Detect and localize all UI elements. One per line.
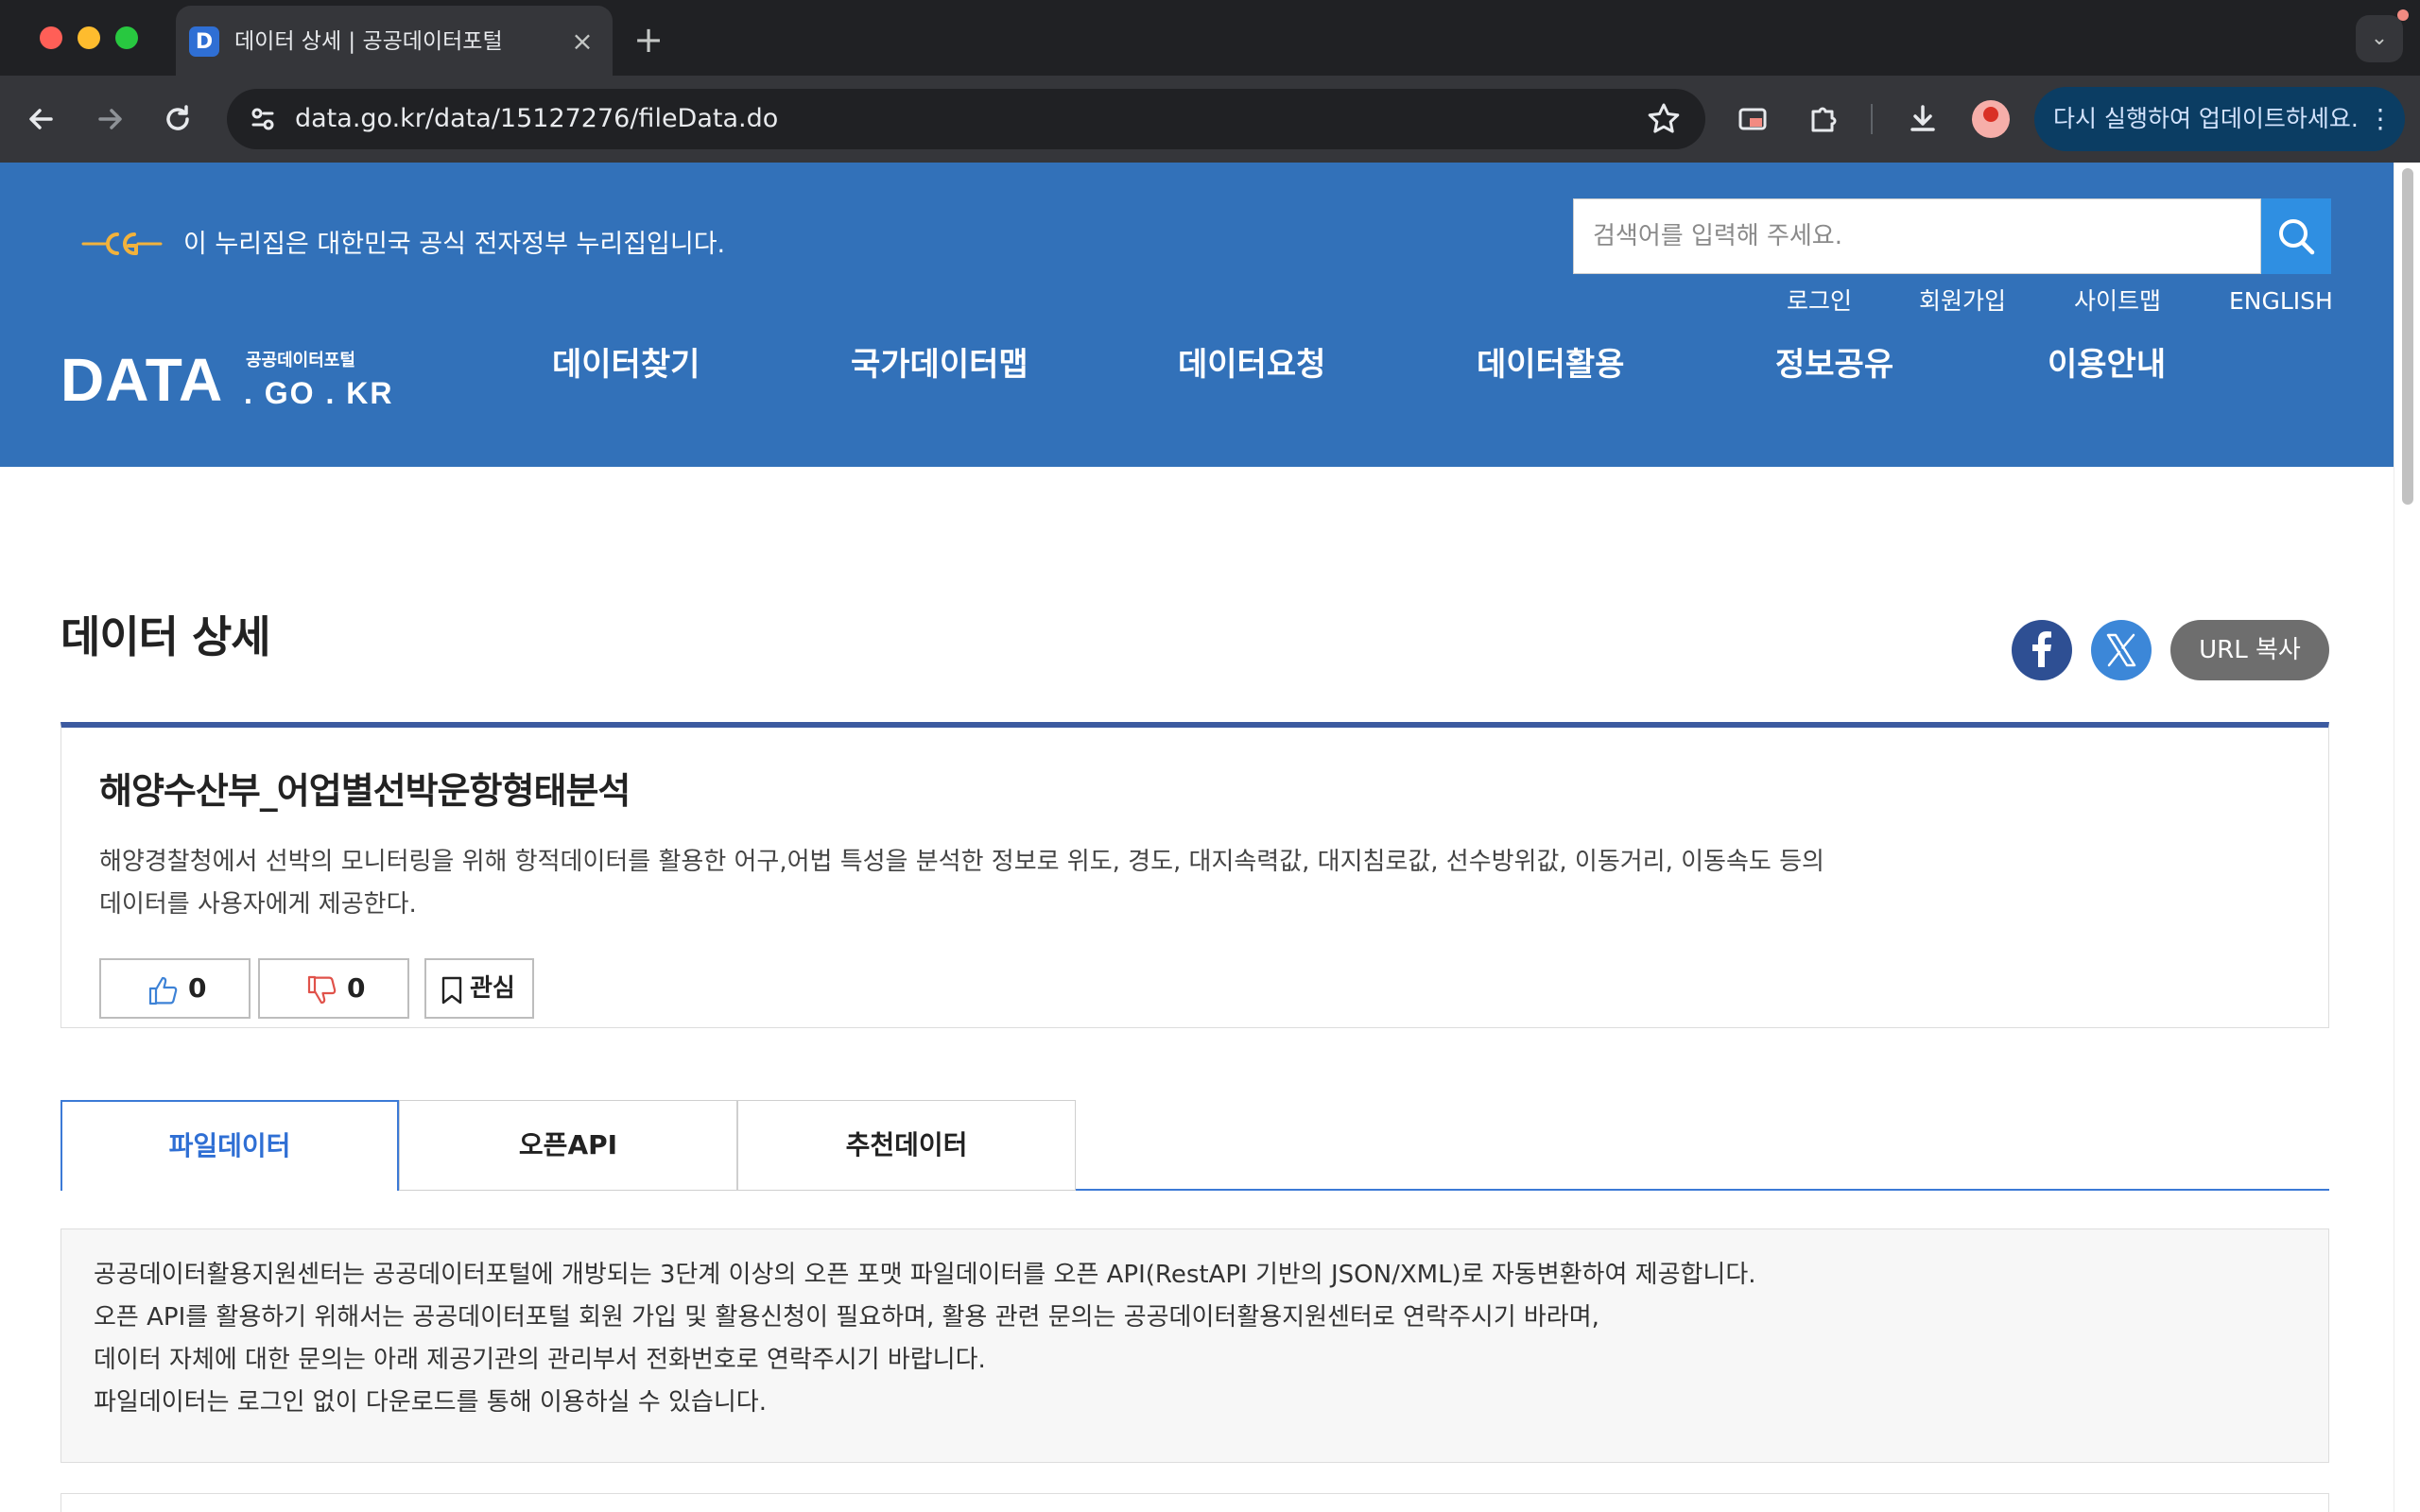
search-icon — [2279, 219, 2315, 255]
update-chrome-button[interactable]: 다시 실행하여 업데이트하세요. ⋮ — [2034, 87, 2405, 151]
search-box — [1573, 198, 2261, 274]
site-favicon-icon: D — [189, 26, 219, 57]
thumbs-down-icon — [307, 975, 337, 1005]
tab-title: 데이터 상세 | 공공데이터포털 — [234, 29, 503, 54]
more-vertical-icon[interactable]: ⋮ — [2367, 102, 2394, 136]
window-zoom-button[interactable] — [115, 26, 138, 49]
update-button-label: 다시 실행하여 업데이트하세요. — [2053, 105, 2359, 132]
x-logo-icon — [2106, 633, 2136, 667]
government-emblem-icon — [81, 232, 163, 255]
reload-icon[interactable] — [155, 96, 200, 142]
tab-open-api[interactable]: 오픈API — [399, 1100, 737, 1191]
like-button[interactable]: 0 — [99, 958, 251, 1019]
search-input[interactable] — [1574, 199, 2260, 273]
window-minimize-button[interactable] — [78, 26, 100, 49]
notice-line: 데이터 자체에 대한 문의는 아래 제공기관의 관리부서 전화번호로 연락주시기… — [94, 1346, 986, 1374]
notice-line: 오픈 API를 활용하기 위해서는 공공데이터포털 회원 가입 및 활용신청이 … — [94, 1303, 1599, 1332]
dataset-summary-card: 해양수산부_어업별선박운항형태분석 해양경찰청에서 선박의 모니터링을 위해 항… — [60, 722, 2329, 1028]
dislike-button[interactable]: 0 — [258, 958, 409, 1019]
download-icon[interactable] — [1900, 96, 1945, 142]
tab-close-icon[interactable]: × — [567, 26, 597, 57]
nav-item-data-request[interactable]: 데이터요청 — [1178, 344, 1325, 386]
forward-arrow-icon[interactable] — [87, 96, 132, 142]
puzzle-icon[interactable] — [1800, 96, 1845, 142]
browser-tab-active[interactable]: D 데이터 상세 | 공공데이터포털 × — [176, 6, 613, 76]
back-arrow-icon[interactable] — [19, 96, 64, 142]
notification-dot — [2397, 9, 2409, 21]
toolbar-separator — [1871, 104, 1873, 134]
window-close-button[interactable] — [40, 26, 62, 49]
logo-sub-kr-text: 공공데이터포털 — [246, 351, 355, 370]
tab-search-chevron-icon[interactable]: ⌄ — [2356, 15, 2403, 62]
site-header: 이 누리집은 대한민국 공식 전자정부 누리집입니다. 로그인 회원가입 사이트… — [0, 163, 2394, 467]
file-list-section — [60, 1493, 2329, 1512]
facebook-icon — [2032, 631, 2051, 667]
login-link[interactable]: 로그인 — [1787, 285, 1852, 318]
bookmark-icon — [441, 976, 462, 1005]
address-bar[interactable]: data.go.kr/data/15127276/fileData.do — [227, 89, 1705, 149]
site-logo[interactable]: DATA 공공데이터포털 . GO . KR — [60, 342, 391, 423]
page-title: 데이터 상세 — [60, 611, 271, 662]
avatar-icon[interactable] — [1972, 100, 2010, 138]
tab-recommended-data[interactable]: 추천데이터 — [737, 1100, 1076, 1191]
thumbs-up-icon — [148, 976, 178, 1005]
logo-main-text: DATA — [60, 346, 224, 414]
dataset-description: 해양경찰청에서 선박의 모니터링을 위해 항적데이터를 활용한 어구,어법 특성… — [99, 848, 1824, 919]
new-tab-button[interactable]: + — [628, 19, 669, 60]
favorite-button[interactable]: 관심 — [424, 958, 534, 1019]
notice-line: 공공데이터활용지원센터는 공공데이터포털에 개방되는 3단계 이상의 오픈 포맷… — [94, 1261, 1756, 1289]
dislike-count: 0 — [347, 972, 366, 1004]
url-text[interactable]: data.go.kr/data/15127276/fileData.do — [295, 104, 778, 134]
nav-item-data-search[interactable]: 데이터찾기 — [552, 344, 700, 386]
file-data-notice: 공공데이터활용지원센터는 공공데이터포털에 개방되는 3단계 이상의 오픈 포맷… — [60, 1228, 2329, 1463]
picture-in-picture-icon[interactable] — [1730, 96, 1775, 142]
star-icon[interactable] — [1643, 98, 1685, 140]
sitemap-link[interactable]: 사이트맵 — [2074, 285, 2161, 318]
logo-sub-en-text: . GO . KR — [244, 376, 394, 410]
facebook-share-button[interactable] — [2012, 620, 2072, 680]
tab-file-data[interactable]: 파일데이터 — [60, 1100, 399, 1191]
browser-toolbar: data.go.kr/data/15127276/fileData.do 다시 … — [0, 76, 2420, 163]
tune-icon[interactable] — [240, 96, 285, 142]
scrollbar-thumb[interactable] — [2402, 168, 2413, 505]
url-copy-button[interactable]: URL 복사 — [2170, 620, 2329, 680]
english-link[interactable]: ENGLISH — [2229, 285, 2333, 318]
like-count: 0 — [188, 972, 207, 1004]
nav-item-info-share[interactable]: 정보공유 — [1775, 344, 1893, 386]
nav-item-data-use[interactable]: 데이터활용 — [1477, 344, 1624, 386]
nav-item-national-data-map[interactable]: 국가데이터맵 — [851, 344, 1028, 386]
search-button[interactable] — [2261, 198, 2331, 274]
notice-line: 파일데이터는 로그인 없이 다운로드를 통해 이용하실 수 있습니다. — [94, 1388, 767, 1417]
page-viewport: 이 누리집은 대한민국 공식 전자정부 누리집입니다. 로그인 회원가입 사이트… — [0, 163, 2394, 1512]
page-scrollbar[interactable] — [2394, 163, 2420, 1512]
gov-notice-text: 이 누리집은 대한민국 공식 전자정부 누리집입니다. — [183, 230, 726, 259]
dataset-title: 해양수산부_어업별선박운항형태분석 — [99, 770, 631, 812]
browser-tab-bar: D 데이터 상세 | 공공데이터포털 × + ⌄ — [0, 0, 2420, 76]
signup-link[interactable]: 회원가입 — [1919, 285, 2006, 318]
favorite-label: 관심 — [470, 974, 515, 1003]
x-share-button[interactable] — [2091, 620, 2152, 680]
nav-item-guide[interactable]: 이용안내 — [2048, 344, 2166, 386]
